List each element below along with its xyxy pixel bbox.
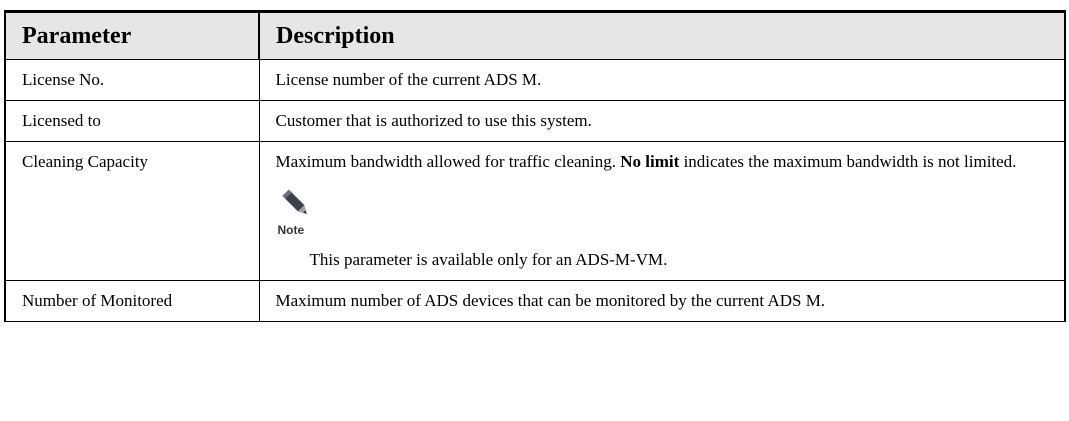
row-parameter: License No. (4, 59, 260, 101)
parameter-table: Parameter Description License No. Licens… (4, 10, 1066, 322)
description-text-after: indicates the maximum bandwidth is not l… (679, 152, 1017, 171)
table-header-row: Parameter Description (4, 10, 1066, 60)
description-text-before: Maximum bandwidth allowed for traffic cl… (275, 152, 621, 171)
row-description: License number of the current ADS M. (258, 59, 1066, 101)
page-top-edge (0, 0, 1069, 3)
row-parameter: Licensed to (4, 100, 260, 142)
row-parameter: Cleaning Capacity (4, 141, 260, 281)
table-row: Cleaning Capacity Maximum bandwidth allo… (4, 141, 1066, 281)
note-text: This parameter is available only for an … (309, 250, 668, 269)
table-row: Number of Monitored Maximum number of AD… (4, 280, 1066, 322)
note-label: Note (277, 223, 305, 237)
note-callout: Note (276, 185, 1049, 237)
header-description: Description (258, 10, 1066, 60)
row-description: Maximum bandwidth allowed for traffic cl… (258, 141, 1066, 281)
cleaning-capacity-description: Maximum bandwidth allowed for traffic cl… (276, 151, 1049, 173)
row-parameter: Number of Monitored (4, 280, 260, 322)
table-row: License No. License number of the curren… (4, 59, 1066, 101)
header-parameter: Parameter (4, 10, 260, 60)
row-description: Maximum number of ADS devices that can b… (258, 280, 1066, 322)
row-description: Customer that is authorized to use this … (258, 100, 1066, 142)
table-row: Licensed to Customer that is authorized … (4, 100, 1066, 142)
no-limit-term: No limit (620, 152, 680, 171)
